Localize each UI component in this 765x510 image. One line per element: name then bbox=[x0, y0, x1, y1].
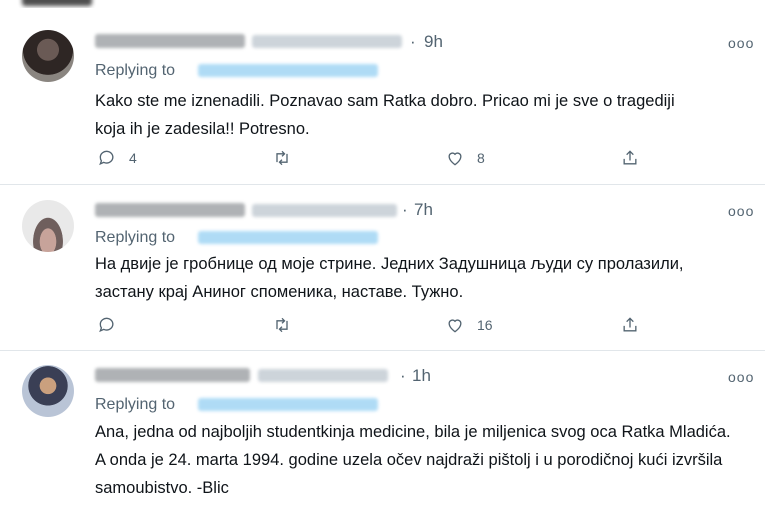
reply-button[interactable] bbox=[97, 315, 129, 335]
retweet-icon bbox=[276, 150, 288, 166]
replying-to-handle-blurred[interactable] bbox=[198, 231, 378, 244]
more-horizontal-icon[interactable]: ooo bbox=[728, 35, 754, 51]
handle-blurred[interactable] bbox=[258, 369, 388, 382]
retweet-icon bbox=[276, 317, 288, 333]
reply-button[interactable]: 4 bbox=[97, 148, 137, 168]
more-horizontal-icon[interactable]: ooo bbox=[728, 369, 754, 385]
more-horizontal-icon[interactable]: ooo bbox=[728, 203, 754, 219]
avatar[interactable] bbox=[22, 30, 74, 82]
share-button[interactable] bbox=[620, 148, 640, 168]
retweet-button[interactable] bbox=[272, 148, 304, 168]
reply-bubble-icon bbox=[99, 317, 114, 333]
blurred-header-fragment bbox=[0, 0, 765, 8]
separator-dot: · bbox=[410, 32, 416, 51]
tweet-text: Ana, jedna od najboljih studentkinja med… bbox=[95, 423, 731, 497]
heart-icon bbox=[448, 319, 462, 333]
like-button[interactable]: 8 bbox=[445, 148, 485, 168]
like-count: 8 bbox=[477, 150, 485, 166]
handle-blurred[interactable] bbox=[252, 204, 397, 217]
reply-count: 4 bbox=[129, 150, 137, 166]
replying-to-handle-blurred[interactable] bbox=[198, 398, 378, 411]
reply-bubble-icon bbox=[99, 150, 114, 166]
separator-dot: · bbox=[402, 200, 408, 219]
handle-blurred[interactable] bbox=[252, 35, 402, 48]
display-name-blurred[interactable] bbox=[95, 34, 245, 48]
divider bbox=[0, 184, 765, 185]
display-name-blurred[interactable] bbox=[95, 368, 250, 382]
replying-to-label: Replying to bbox=[95, 396, 176, 413]
share-icon bbox=[623, 150, 637, 165]
timestamp[interactable]: 9h bbox=[424, 32, 443, 52]
like-count: 16 bbox=[477, 317, 493, 333]
like-button[interactable]: 16 bbox=[445, 315, 493, 335]
display-name-blurred[interactable] bbox=[95, 203, 245, 217]
share-button[interactable] bbox=[620, 315, 640, 335]
heart-icon bbox=[448, 152, 462, 166]
tweet-text: Kako ste me iznenadili. Poznavao sam Rat… bbox=[95, 92, 675, 138]
timestamp[interactable]: 7h bbox=[414, 200, 433, 220]
replying-to-label: Replying to bbox=[95, 62, 176, 79]
separator-dot: · bbox=[400, 366, 406, 385]
timestamp[interactable]: 1h bbox=[412, 366, 431, 386]
avatar[interactable] bbox=[22, 200, 74, 252]
retweet-button[interactable] bbox=[272, 315, 304, 335]
avatar[interactable] bbox=[22, 365, 74, 417]
replying-to-label: Replying to bbox=[95, 229, 176, 246]
share-icon bbox=[623, 317, 637, 332]
divider bbox=[0, 350, 765, 351]
tweet-text: На двије је гробнице од моје стрине. Јед… bbox=[95, 255, 684, 301]
replying-to-handle-blurred[interactable] bbox=[198, 64, 378, 77]
